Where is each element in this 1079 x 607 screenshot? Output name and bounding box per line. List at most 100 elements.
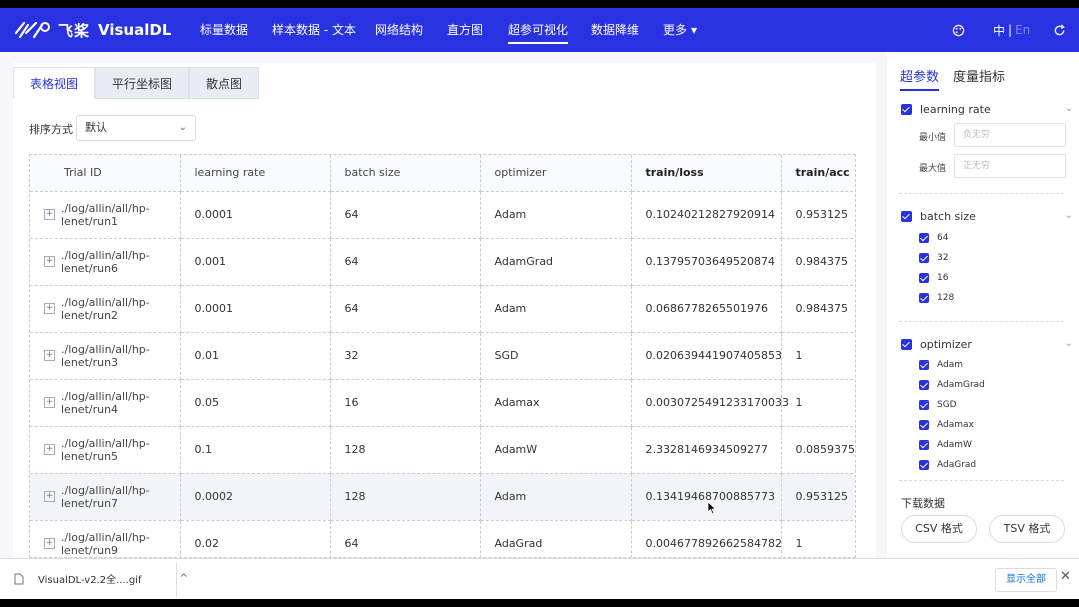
checkbox-icon[interactable] xyxy=(919,460,929,470)
expand-icon[interactable]: + xyxy=(44,538,55,549)
table-row[interactable]: + ./log/allin/all/hp-lenet/run1 0.0001 64 Ad… xyxy=(30,191,855,239)
nav-item-label: 超参可视化 xyxy=(508,23,569,37)
expand-icon[interactable]: + xyxy=(44,209,55,220)
brand-cn: 飞桨 xyxy=(58,21,91,40)
palette-icon xyxy=(952,24,965,36)
nav-item-5[interactable]: 数据降维 xyxy=(591,8,639,52)
filter-option[interactable]: AdaGrad xyxy=(919,460,976,470)
chevron-down-icon[interactable]: ⌄ xyxy=(1065,338,1073,349)
filter-optimizer[interactable]: optimizer xyxy=(901,338,972,351)
filter-batch-size[interactable]: batch size xyxy=(901,210,976,223)
tab-table-view[interactable]: 表格视图 xyxy=(13,67,96,99)
cell-train-loss: 0.020639441907405853 xyxy=(631,332,782,380)
header-trial-id[interactable]: Trial ID xyxy=(30,155,181,192)
tab-hyperparameters[interactable]: 超参数 xyxy=(900,66,939,91)
filter-option[interactable]: SGD xyxy=(919,400,957,410)
filter-option-label: AdamW xyxy=(937,440,972,450)
top-navbar: 飞桨 VisualDL 标量数据 样本数据 - 文本 网络结构 直方图 超参可视化 数据降… xyxy=(0,8,1079,52)
checkbox-icon[interactable] xyxy=(919,400,929,410)
download-title: 下载数据 xyxy=(901,497,945,510)
filter-option[interactable]: 128 xyxy=(919,293,954,303)
cell-optimizer: Adam xyxy=(480,473,632,521)
expand-icon[interactable]: + xyxy=(44,397,55,408)
header-learning-rate[interactable]: learning rate xyxy=(180,155,331,192)
header-train-acc[interactable]: train/acc xyxy=(781,155,855,192)
header-train-loss[interactable]: train/loss xyxy=(631,155,782,192)
lang-en[interactable]: En xyxy=(1015,23,1030,37)
checkbox-icon[interactable] xyxy=(919,293,929,303)
expand-icon[interactable]: + xyxy=(44,256,55,267)
header-batch-size[interactable]: batch size xyxy=(330,155,481,192)
nav-item-1[interactable]: 样本数据 - 文本 xyxy=(272,8,356,52)
filter-option[interactable]: AdamW xyxy=(919,440,972,450)
table-row[interactable]: + ./log/allin/all/hp-lenet/run9 0.02 64 AdaG… xyxy=(30,520,855,557)
sort-select[interactable]: 默认 ⌄ xyxy=(76,115,196,141)
checkbox-icon[interactable] xyxy=(901,339,912,350)
table-row[interactable]: + ./log/allin/all/hp-lenet/run6 0.001 64 Ada… xyxy=(30,238,855,286)
checkbox-icon[interactable] xyxy=(919,273,929,283)
chevron-up-icon[interactable]: ^ xyxy=(179,573,187,584)
close-icon[interactable]: ✕ xyxy=(1060,569,1071,584)
cell-learning-rate: 0.0002 xyxy=(180,473,331,521)
expand-icon[interactable]: + xyxy=(44,350,55,361)
header-optimizer[interactable]: optimizer xyxy=(480,155,632,192)
nav-item-0[interactable]: 标量数据 xyxy=(200,8,248,52)
hparams-table: Trial ID learning rate batch size optimi… xyxy=(29,154,856,558)
table-row[interactable]: + ./log/allin/all/hp-lenet/run3 0.01 32 SGD 0… xyxy=(30,332,855,380)
tab-parallel-coordinates[interactable]: 平行坐标图 xyxy=(95,67,190,99)
nav-item-4[interactable]: 超参可视化 xyxy=(508,8,569,52)
logo[interactable]: 飞桨 VisualDL xyxy=(14,18,171,42)
cell-optimizer: AdamGrad xyxy=(480,238,632,286)
filter-option[interactable]: 16 xyxy=(919,273,948,283)
trial-id-line1: ./log/allin/all/hp- xyxy=(61,248,150,262)
max-label: 最大值 xyxy=(919,164,947,174)
filter-option[interactable]: AdamGrad xyxy=(919,380,985,390)
checkbox-icon[interactable] xyxy=(901,211,912,222)
tab-scatter[interactable]: 散点图 xyxy=(189,67,260,99)
download-tsv-button[interactable]: TSV 格式 xyxy=(989,515,1065,543)
cell-train-loss: 0.0030725491233170033 xyxy=(631,379,789,427)
min-input[interactable]: 负无穷 xyxy=(954,123,1066,147)
checkbox-icon[interactable] xyxy=(901,104,912,115)
filter-option-label: AdamGrad xyxy=(937,380,985,390)
theme-button[interactable] xyxy=(952,8,965,52)
max-input[interactable]: 正无穷 xyxy=(954,154,1066,178)
filter-learning-rate[interactable]: learning rate xyxy=(901,103,991,116)
nav-item-3[interactable]: 直方图 xyxy=(447,8,483,52)
checkbox-icon[interactable] xyxy=(919,380,929,390)
table-row[interactable]: + ./log/allin/all/hp-lenet/run4 0.05 16 Adam… xyxy=(30,379,855,427)
nav-item-2[interactable]: 网络结构 xyxy=(375,8,423,52)
chevron-down-icon[interactable]: ⌄ xyxy=(1065,210,1073,221)
table-row[interactable]: + ./log/allin/all/hp-lenet/run5 0.1 128 Adam… xyxy=(30,426,855,474)
expand-icon[interactable]: + xyxy=(44,444,55,455)
checkbox-icon[interactable] xyxy=(919,233,929,243)
checkbox-icon[interactable] xyxy=(919,360,929,370)
filter-option[interactable]: Adamax xyxy=(919,420,974,430)
filter-option-label: AdaGrad xyxy=(937,460,977,470)
checkbox-icon[interactable] xyxy=(919,253,929,263)
expand-icon[interactable]: + xyxy=(44,491,55,502)
table-row[interactable]: + ./log/allin/all/hp-lenet/run2 0.0001 64 Ad… xyxy=(30,285,855,333)
filter-option[interactable]: 32 xyxy=(919,253,948,263)
tab-metrics[interactable]: 度量指标 xyxy=(953,66,1005,91)
language-switch[interactable]: 中 | En xyxy=(993,8,1030,52)
expand-icon[interactable]: + xyxy=(44,303,55,314)
cell-optimizer: AdaGrad xyxy=(480,520,632,557)
checkbox-icon[interactable] xyxy=(919,440,929,450)
lang-cn[interactable]: 中 xyxy=(993,22,1005,39)
show-all-button[interactable]: 显示全部 xyxy=(995,568,1057,592)
checkbox-icon[interactable] xyxy=(919,420,929,430)
chevron-down-icon[interactable]: ⌄ xyxy=(1065,103,1073,114)
nav-item-label: 数据降维 xyxy=(591,23,640,37)
cell-learning-rate: 0.01 xyxy=(180,332,331,380)
refresh-button[interactable] xyxy=(1053,8,1066,52)
divider xyxy=(899,480,1064,481)
trial-id-text: ./log/allin/all/hp-lenet/run9 xyxy=(61,531,150,557)
filter-option[interactable]: 64 xyxy=(919,233,948,243)
nav-item-6[interactable]: 更多 ▾ xyxy=(663,8,697,52)
download-csv-button[interactable]: CSV 格式 xyxy=(901,515,977,543)
filter-option[interactable]: Adam xyxy=(919,360,963,370)
table-row[interactable]: + ./log/allin/all/hp-lenet/run7 0.0002 128 A… xyxy=(30,473,855,521)
download-item[interactable]: VisualDL-v2.2全....gif ^ xyxy=(14,571,188,586)
browser-download-bar: VisualDL-v2.2全....gif ^ 显示全部 ✕ xyxy=(0,558,1079,599)
